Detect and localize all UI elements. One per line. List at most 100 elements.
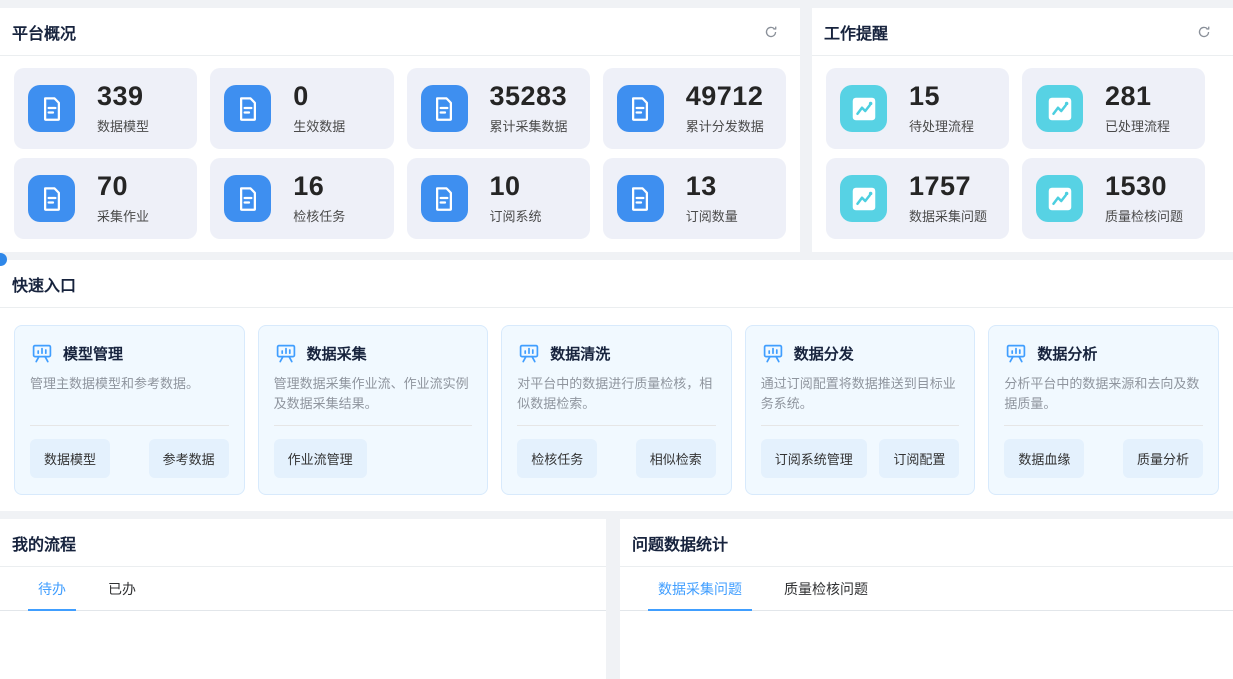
document-icon <box>28 85 75 132</box>
stat-label: 检核任务 <box>293 206 345 225</box>
quick-entry-grid: 模型管理 管理主数据模型和参考数据。 数据模型 参考数据 数据采集 管理数据采集… <box>0 308 1233 511</box>
stat-value: 35283 <box>490 82 568 110</box>
platform-overview-panel: 平台概况 339 数据模型 0 生效数据 35283 累计采集数据 49712 累计分发… <box>0 8 800 252</box>
presentation-board-icon <box>30 341 54 365</box>
stat-value: 16 <box>293 172 345 200</box>
divider <box>274 425 473 426</box>
reminders-stats-grid: 15待处理流程 281已处理流程 1757 数据采集问题 1530 质量检核问题 <box>812 56 1233 252</box>
my-process-title: 我的流程 <box>12 531 76 555</box>
quick-card-title: 模型管理 <box>63 343 123 364</box>
my-process-header: 我的流程 <box>0 519 606 567</box>
similar-search-button[interactable]: 相似检索 <box>636 439 716 478</box>
document-icon <box>617 85 664 132</box>
trend-chart-icon <box>840 85 887 132</box>
stat-label: 累计分发数据 <box>686 116 764 135</box>
document-icon <box>224 85 271 132</box>
stat-card: 339 数据模型 <box>14 68 197 149</box>
reference-data-button[interactable]: 参考数据 <box>149 439 229 478</box>
document-icon <box>224 175 271 222</box>
problem-data-stats-tabs: 数据采集问题 质量检核问题 <box>620 567 1233 611</box>
my-process-tabs: 待办 已办 <box>0 567 606 611</box>
quick-card-description: 分析平台中的数据来源和去向及数据质量。 <box>1004 374 1203 414</box>
stat-card: 49712 累计分发数据 <box>603 68 786 149</box>
stat-label: 采集作业 <box>97 206 149 225</box>
presentation-board-icon <box>761 341 785 365</box>
quick-card-data-collection: 数据采集 管理数据采集作业流、作业流实例及数据采集结果。 作业流管理 <box>258 325 489 495</box>
tab-data-collection-issues[interactable]: 数据采集问题 <box>648 567 752 610</box>
subscription-config-button[interactable]: 订阅配置 <box>879 439 959 478</box>
problem-data-stats-header: 问题数据统计 <box>620 519 1233 567</box>
divider <box>30 425 229 426</box>
quick-card-description: 对平台中的数据进行质量检核，相似数据检索。 <box>517 374 716 414</box>
stat-card: 281已处理流程 <box>1022 68 1205 149</box>
trend-chart-icon <box>1036 175 1083 222</box>
quick-card-model-management: 模型管理 管理主数据模型和参考数据。 数据模型 参考数据 <box>14 325 245 495</box>
stat-card: 1530 质量检核问题 <box>1022 158 1205 239</box>
check-task-button[interactable]: 检核任务 <box>517 439 597 478</box>
refresh-icon[interactable] <box>1197 24 1213 40</box>
stat-card: 15待处理流程 <box>826 68 1009 149</box>
presentation-board-icon <box>274 341 298 365</box>
quick-card-title: 数据采集 <box>307 343 367 364</box>
bottom-row: 我的流程 待办 已办 问题数据统计 数据采集问题 质量检核问题 <box>0 519 1233 679</box>
stat-value: 49712 <box>686 82 764 110</box>
stat-card: 1757 数据采集问题 <box>826 158 1009 239</box>
divider <box>517 425 716 426</box>
overview-stats-grid: 339 数据模型 0 生效数据 35283 累计采集数据 49712 累计分发数据 70… <box>0 56 800 252</box>
stat-value: 1530 <box>1105 172 1183 200</box>
presentation-board-icon <box>1004 341 1028 365</box>
quick-card-description: 通过订阅配置将数据推送到目标业务系统。 <box>761 374 960 414</box>
tab-done[interactable]: 已办 <box>98 567 146 610</box>
platform-overview-header: 平台概况 <box>0 8 800 56</box>
stat-value: 281 <box>1105 82 1170 110</box>
quick-card-description: 管理数据采集作业流、作业流实例及数据采集结果。 <box>274 374 473 414</box>
stat-card: 16 检核任务 <box>210 158 393 239</box>
stat-label: 生效数据 <box>293 116 345 135</box>
divider <box>1004 425 1203 426</box>
stat-value: 13 <box>686 172 738 200</box>
quick-card-data-cleansing: 数据清洗 对平台中的数据进行质量检核，相似数据检索。 检核任务 相似检索 <box>501 325 732 495</box>
divider <box>761 425 960 426</box>
quick-card-data-distribution: 数据分发 通过订阅配置将数据推送到目标业务系统。 订阅系统管理 订阅配置 <box>745 325 976 495</box>
top-row: 平台概况 339 数据模型 0 生效数据 35283 累计采集数据 49712 累计分发… <box>0 0 1233 252</box>
quick-card-title: 数据清洗 <box>550 343 610 364</box>
platform-overview-title: 平台概况 <box>12 20 76 44</box>
trend-chart-icon <box>1036 85 1083 132</box>
quick-entry-title: 快速入口 <box>12 272 76 296</box>
quick-card-title: 数据分析 <box>1037 343 1097 364</box>
stat-label: 数据采集问题 <box>909 206 987 225</box>
data-lineage-button[interactable]: 数据血缘 <box>1004 439 1084 478</box>
presentation-board-icon <box>517 341 541 365</box>
quick-entry-panel: 快速入口 模型管理 管理主数据模型和参考数据。 数据模型 参考数据 数据采集 管… <box>0 260 1233 511</box>
stat-label: 待处理流程 <box>909 116 974 135</box>
stat-value: 1757 <box>909 172 987 200</box>
document-icon <box>421 175 468 222</box>
quick-entry-header: 快速入口 <box>0 260 1233 308</box>
stat-label: 数据模型 <box>97 116 149 135</box>
stat-card: 70 采集作业 <box>14 158 197 239</box>
stat-value: 339 <box>97 82 149 110</box>
data-model-button[interactable]: 数据模型 <box>30 439 110 478</box>
subscription-system-management-button[interactable]: 订阅系统管理 <box>761 439 867 478</box>
work-reminders-panel: 工作提醒 15待处理流程 281已处理流程 1757 数据采集问题 1530 质量检… <box>812 8 1233 252</box>
stat-label: 订阅数量 <box>686 206 738 225</box>
document-icon <box>28 175 75 222</box>
stat-label: 质量检核问题 <box>1105 206 1183 225</box>
stat-value: 0 <box>293 82 345 110</box>
quick-card-description: 管理主数据模型和参考数据。 <box>30 374 229 414</box>
stat-card: 0 生效数据 <box>210 68 393 149</box>
refresh-icon[interactable] <box>764 24 780 40</box>
stat-card: 13 订阅数量 <box>603 158 786 239</box>
document-icon <box>617 175 664 222</box>
quality-analysis-button[interactable]: 质量分析 <box>1123 439 1203 478</box>
stat-label: 累计采集数据 <box>490 116 568 135</box>
tab-todo[interactable]: 待办 <box>28 567 76 610</box>
work-reminders-title: 工作提醒 <box>824 20 888 44</box>
workflow-management-button[interactable]: 作业流管理 <box>274 439 367 478</box>
stat-value: 10 <box>490 172 542 200</box>
stat-card: 10订阅系统 <box>407 158 590 239</box>
work-reminders-header: 工作提醒 <box>812 8 1233 56</box>
tab-quality-check-issues[interactable]: 质量检核问题 <box>774 567 878 610</box>
stat-value: 70 <box>97 172 149 200</box>
quick-card-title: 数据分发 <box>794 343 854 364</box>
